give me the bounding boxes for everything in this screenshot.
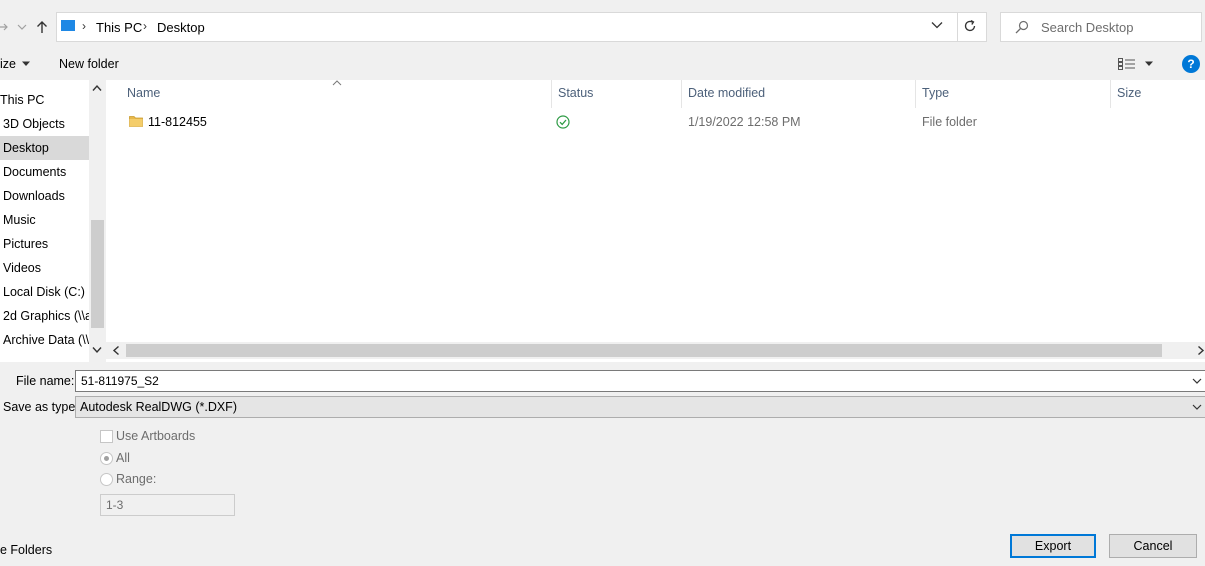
radio-selected-dot [104, 456, 109, 461]
scroll-right-button[interactable] [1197, 345, 1205, 356]
chevron-down-icon [1192, 378, 1202, 384]
cancel-button[interactable]: Cancel [1109, 534, 1197, 558]
table-row[interactable] [106, 110, 1205, 134]
caret-down-icon [1145, 61, 1153, 66]
save-as-type-value: Autodesk RealDWG (*.DXF) [80, 400, 237, 414]
breadcrumb-this-pc[interactable]: This PC [96, 20, 142, 35]
all-radio-label: All [116, 451, 130, 465]
nav-item-pictures[interactable]: Pictures [0, 232, 89, 256]
up-button[interactable] [34, 18, 50, 36]
nav-scrollbar-thumb[interactable] [91, 220, 104, 328]
chevron-down-icon [1192, 404, 1202, 410]
column-divider[interactable] [915, 80, 916, 108]
navigation-pane: This PC 3D Objects Desktop Documents Dow… [0, 80, 106, 362]
save-as-type-select[interactable]: Autodesk RealDWG (*.DXF) [75, 396, 1205, 418]
range-input[interactable] [100, 494, 235, 516]
nav-item-this-pc[interactable]: This PC [0, 88, 89, 112]
organize-button[interactable]: ize [0, 56, 31, 72]
scroll-down-button[interactable] [91, 346, 103, 354]
search-icon [1015, 20, 1029, 34]
range-radio-label: Range: [116, 472, 157, 486]
nav-item-downloads[interactable]: Downloads [0, 184, 89, 208]
nav-item-videos[interactable]: Videos [0, 256, 89, 280]
refresh-icon [964, 19, 976, 32]
column-header-name[interactable]: Name [127, 86, 160, 100]
all-radio[interactable] [100, 452, 113, 465]
chevron-down-icon [931, 22, 943, 29]
chevron-down-icon [92, 347, 102, 354]
details-view-icon [1118, 58, 1135, 70]
sync-ok-icon [556, 115, 570, 129]
file-list-hscrollbar-thumb[interactable] [126, 344, 1162, 357]
file-name-input[interactable] [75, 370, 1205, 392]
help-icon: ? [1187, 57, 1195, 71]
organize-label: ize [0, 57, 16, 71]
file-list: Name Status Date modified Type Size 11-8… [106, 80, 1205, 362]
refresh-button[interactable] [963, 19, 979, 35]
hide-folders-toggle[interactable]: e Folders [0, 543, 52, 557]
arrow-up-icon [37, 21, 47, 33]
address-bar[interactable]: › This PC › Desktop [56, 12, 987, 42]
file-date-modified: 1/19/2022 12:58 PM [688, 115, 801, 129]
arrow-right-icon [0, 23, 8, 31]
use-artboards-checkbox[interactable] [100, 430, 113, 443]
column-divider[interactable] [551, 80, 552, 108]
chevron-down-icon [17, 24, 27, 30]
save-as-type-dropdown-button[interactable] [1192, 404, 1202, 410]
range-radio[interactable] [100, 473, 113, 486]
pc-location-icon [61, 20, 75, 31]
nav-item-2d-graphics[interactable]: 2d Graphics (\\a [0, 304, 89, 328]
column-divider[interactable] [1110, 80, 1111, 108]
file-type: File folder [922, 115, 977, 129]
folder-icon [129, 115, 143, 127]
use-artboards-label: Use Artboards [116, 429, 196, 443]
nav-item-desktop[interactable]: Desktop [0, 136, 89, 160]
file-list-hscrollbar[interactable] [106, 342, 1205, 359]
file-name-label: File name: [16, 374, 75, 388]
forward-button[interactable] [0, 18, 8, 36]
help-button[interactable]: ? [1182, 55, 1200, 73]
address-divider [957, 13, 958, 41]
sort-indicator-icon [332, 80, 342, 86]
chevron-right-icon [1198, 345, 1205, 356]
file-name-dropdown-button[interactable] [1192, 378, 1202, 384]
column-header-type[interactable]: Type [922, 86, 949, 100]
nav-item-music[interactable]: Music [0, 208, 89, 232]
search-box[interactable]: Search Desktop [1000, 12, 1202, 42]
save-as-type-label: Save as type: [3, 400, 79, 414]
file-name[interactable]: 11-812455 [148, 115, 207, 129]
nav-item-documents[interactable]: Documents [0, 160, 89, 184]
column-header-status[interactable]: Status [558, 86, 593, 100]
command-bar: ize New folder ? [0, 48, 1205, 80]
breadcrumb-desktop[interactable]: Desktop [157, 20, 205, 35]
caret-down-icon [21, 61, 30, 66]
nav-item-3d-objects[interactable]: 3D Objects [0, 112, 89, 136]
search-input[interactable]: Search Desktop [1041, 20, 1134, 35]
change-view-button[interactable] [1118, 56, 1156, 72]
breadcrumb-separator: › [82, 19, 86, 33]
scroll-left-button[interactable] [112, 345, 120, 356]
address-history-button[interactable] [931, 21, 945, 33]
recent-locations-button[interactable] [16, 20, 28, 34]
column-header-date-modified[interactable]: Date modified [688, 86, 765, 100]
column-header-size[interactable]: Size [1117, 86, 1141, 100]
breadcrumb-separator: › [143, 19, 147, 33]
scroll-up-button[interactable] [91, 84, 103, 92]
nav-item-archive-data[interactable]: Archive Data (\\ [0, 328, 89, 352]
new-folder-button[interactable]: New folder [59, 57, 119, 71]
export-button[interactable]: Export [1010, 534, 1096, 558]
chevron-up-icon [92, 84, 102, 91]
nav-item-local-disk[interactable]: Local Disk (C:) [0, 280, 89, 304]
chevron-left-icon [112, 345, 119, 356]
column-divider[interactable] [681, 80, 682, 108]
